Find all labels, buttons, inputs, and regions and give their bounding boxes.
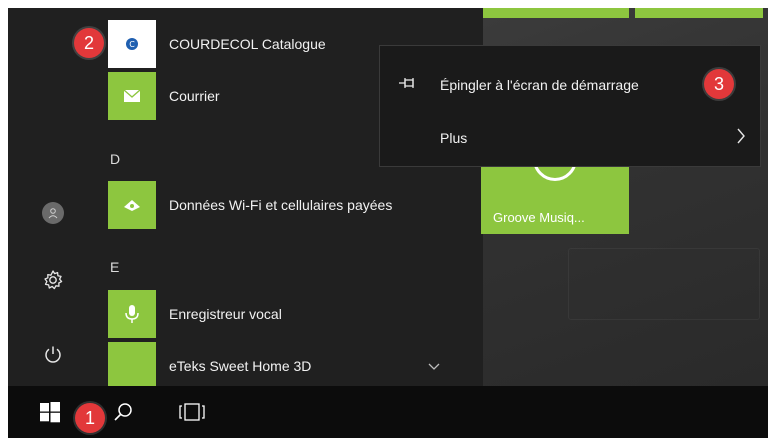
mail-icon: [108, 72, 156, 120]
app-item-donnees-wifi[interactable]: Données Wi-Fi et cellulaires payées: [108, 181, 468, 229]
task-view-icon: [179, 403, 205, 421]
step-badge-2: 2: [74, 28, 104, 58]
app-name: Courrier: [169, 88, 220, 104]
wifi-data-icon: [108, 181, 156, 229]
gear-icon: [44, 270, 63, 290]
courdecol-logo-icon: C: [108, 20, 156, 68]
screenshot-frame: C COURDECOL Catalogue Courrier D Données…: [8, 8, 768, 438]
sweet-home-3d-icon: [108, 342, 156, 390]
more-label: Plus: [440, 130, 468, 146]
step-badge-1: 1: [75, 403, 105, 433]
tile-partial-top-2[interactable]: [635, 8, 763, 18]
desktop-blurred-window: [568, 248, 760, 320]
app-name: eTeks Sweet Home 3D: [169, 358, 312, 374]
pin-to-start-label: Épingler à l'écran de démarrage: [440, 77, 639, 93]
user-icon: [48, 208, 58, 219]
search-icon: [114, 403, 132, 421]
power-button[interactable]: [36, 337, 70, 371]
pin-to-start-menu-item[interactable]: Épingler à l'écran de démarrage: [380, 63, 760, 107]
settings-button[interactable]: [36, 263, 70, 297]
avatar: [42, 202, 64, 224]
microphone-icon: [108, 290, 156, 338]
section-letter-d[interactable]: D: [110, 151, 120, 167]
user-account-button[interactable]: [36, 196, 70, 230]
section-letter-e[interactable]: E: [110, 259, 119, 275]
step-badge-3: 3: [704, 69, 734, 99]
tile-partial-top-1[interactable]: [481, 8, 629, 18]
context-menu: Épingler à l'écran de démarrage Plus: [379, 45, 761, 167]
app-item-enregistreur-vocal[interactable]: Enregistreur vocal: [108, 290, 468, 338]
windows-logo-icon: [40, 402, 60, 423]
task-view-button[interactable]: [168, 386, 216, 438]
svg-text:C: C: [129, 40, 135, 49]
app-name: COURDECOL Catalogue: [169, 36, 326, 52]
app-name: Données Wi-Fi et cellulaires payées: [169, 197, 393, 213]
chevron-right-icon: [736, 128, 746, 149]
taskbar: [8, 386, 768, 438]
start-button[interactable]: [26, 386, 74, 438]
power-icon: [45, 346, 61, 363]
pin-icon: [398, 76, 420, 95]
chevron-down-icon[interactable]: [428, 358, 440, 376]
search-button[interactable]: [100, 386, 148, 438]
groove-tile-label: Groove Musiq...: [493, 210, 585, 225]
app-name: Enregistreur vocal: [169, 306, 282, 322]
app-item-sweet-home-3d[interactable]: eTeks Sweet Home 3D: [108, 342, 468, 390]
more-menu-item[interactable]: Plus: [380, 116, 760, 160]
groove-music-tile[interactable]: Groove Musiq...: [481, 165, 629, 234]
start-left-rail: [8, 8, 100, 386]
